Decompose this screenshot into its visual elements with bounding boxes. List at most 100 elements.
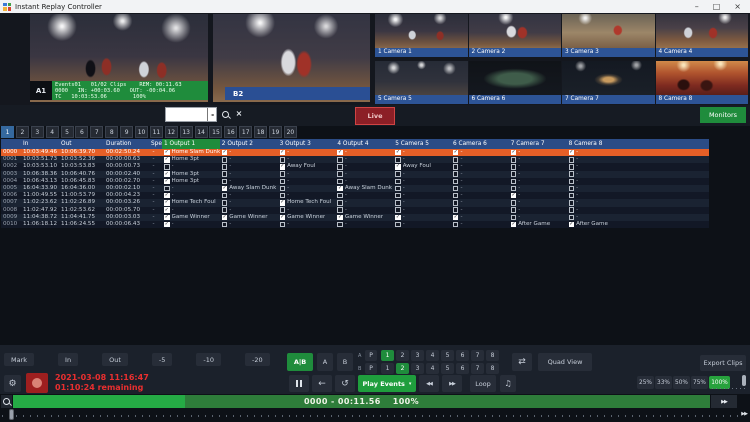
camera-checkbox[interactable]: ✓ [511, 150, 517, 156]
position-bar[interactable]: 0000 - 00:11.56 100% [13, 395, 710, 408]
speed-33[interactable]: 33% [655, 376, 672, 389]
event-row-0000[interactable]: 000010:03:49.4610:06:39.7000:02:50.24-✓H… [1, 149, 709, 156]
event-row-0006[interactable]: 000611:00:49.5511:00:53.7900:00:04.23-✓-… [1, 192, 709, 199]
camera-checkbox[interactable] [569, 179, 575, 185]
trim-button-out[interactable]: Out [102, 353, 128, 366]
tab-20[interactable]: 20 [284, 126, 297, 138]
event-row-0009[interactable]: 000911:04:38.7211:04:41.7500:00:03.03-✓G… [1, 214, 709, 221]
camera-checkbox[interactable]: ✓ [395, 164, 401, 170]
timeline-handle[interactable] [9, 409, 14, 420]
camera-checkbox[interactable] [280, 157, 286, 163]
camera-6-thumbnail[interactable] [469, 61, 562, 95]
ab-link-button[interactable]: A|B [287, 353, 313, 371]
settings-button[interactable]: ⚙ [4, 375, 21, 392]
camera-checkbox[interactable]: ✓ [569, 222, 575, 228]
camera-checkbox[interactable] [511, 164, 517, 170]
cam-b-2[interactable]: 2 [396, 363, 409, 374]
camera-checkbox[interactable]: ✓ [164, 171, 170, 177]
camera-checkbox[interactable]: ✓ [222, 150, 228, 156]
camera-checkbox[interactable] [337, 179, 343, 185]
camera-cell-3[interactable]: 3 Camera 3 [562, 14, 655, 57]
camera-checkbox[interactable] [511, 171, 517, 177]
camera-checkbox[interactable] [222, 179, 228, 185]
camera-checkbox[interactable] [569, 157, 575, 163]
event-row-0005[interactable]: 000516:04:33.9016:04:36.0000:00:02.10--✓… [1, 185, 709, 192]
camera-cell-4[interactable]: 4 Camera 4 [656, 14, 749, 57]
camera-checkbox[interactable] [569, 171, 575, 177]
camera-8-thumbnail[interactable] [656, 61, 749, 95]
close-icon[interactable]: × [734, 0, 741, 13]
camera-checkbox[interactable] [164, 186, 170, 192]
camera-checkbox[interactable] [511, 186, 517, 192]
camera-checkbox[interactable] [569, 164, 575, 170]
loop-button[interactable]: Loop [470, 375, 496, 392]
trim-button-5[interactable]: -5 [152, 353, 172, 366]
camera-checkbox[interactable] [453, 200, 459, 206]
camera-checkbox[interactable] [222, 222, 228, 228]
previous-event-button[interactable]: ◀◀ [419, 375, 439, 392]
camera-checkbox[interactable]: ✓ [395, 215, 401, 221]
search-history-icon[interactable]: ◄ [207, 108, 216, 121]
camera-checkbox[interactable] [222, 200, 228, 206]
audio-button[interactable]: ♫ [500, 375, 516, 392]
event-row-0002[interactable]: 000210:03:53.1010:03:53.8300:00:00.73---… [1, 163, 709, 170]
camera-checkbox[interactable]: ✓ [164, 193, 170, 199]
camera-cell-7[interactable]: 7 Camera 7 [562, 61, 655, 104]
camera-checkbox[interactable] [222, 193, 228, 199]
camera-checkbox[interactable] [453, 207, 459, 213]
camera-checkbox[interactable] [337, 193, 343, 199]
cam-a-7[interactable]: 7 [471, 350, 484, 361]
cam-a-8[interactable]: 8 [486, 350, 499, 361]
camera-checkbox[interactable] [395, 222, 401, 228]
camera-checkbox[interactable] [280, 222, 286, 228]
trim-button-mark[interactable]: Mark [4, 353, 34, 366]
search-input[interactable] [166, 109, 207, 120]
camera-checkbox[interactable] [395, 207, 401, 213]
camera-checkbox[interactable] [453, 157, 459, 163]
minimize-icon[interactable]: – [695, 0, 699, 13]
camera-checkbox[interactable] [395, 157, 401, 163]
camera-checkbox[interactable] [511, 200, 517, 206]
tab-10[interactable]: 10 [135, 126, 148, 138]
camera-checkbox[interactable]: ✓ [453, 150, 459, 156]
event-row-0008[interactable]: 000811:02:47.9211:02:53.6200:00:05.70-✓-… [1, 207, 709, 214]
camera-checkbox[interactable] [569, 215, 575, 221]
cam-a-5[interactable]: 5 [441, 350, 454, 361]
tab-9[interactable]: 9 [120, 126, 133, 138]
camera-checkbox[interactable] [511, 179, 517, 185]
camera-checkbox[interactable] [337, 200, 343, 206]
cam-a-1[interactable]: 1 [381, 350, 394, 361]
speed-slider-handle[interactable] [742, 375, 746, 386]
monitor-b[interactable]: B2 [213, 14, 370, 102]
cam-b-7[interactable]: 7 [471, 363, 484, 374]
speed-slider-track[interactable] [712, 388, 748, 389]
tab-6[interactable]: 6 [75, 126, 88, 138]
cam-a-4[interactable]: 4 [426, 350, 439, 361]
camera-checkbox[interactable] [222, 157, 228, 163]
speed-75[interactable]: 75% [691, 376, 708, 389]
camera-checkbox[interactable]: ✓ [511, 193, 517, 199]
tab-13[interactable]: 13 [180, 126, 193, 138]
trim-button-10[interactable]: -10 [196, 353, 221, 366]
camera-checkbox[interactable] [164, 164, 170, 170]
tab-7[interactable]: 7 [90, 126, 103, 138]
camera-checkbox[interactable] [569, 200, 575, 206]
camera-checkbox[interactable] [453, 179, 459, 185]
tab-3[interactable]: 3 [31, 126, 44, 138]
camera-checkbox[interactable] [395, 200, 401, 206]
tab-11[interactable]: 11 [150, 126, 163, 138]
camera-checkbox[interactable]: ✓ [164, 200, 170, 206]
event-row-0007[interactable]: 000711:02:23.6211:02:26.8900:00:03.26-✓H… [1, 199, 709, 206]
camera-checkbox[interactable]: ✓ [222, 186, 228, 192]
cam-b-6[interactable]: 6 [456, 363, 469, 374]
camera-checkbox[interactable] [337, 171, 343, 177]
camera-checkbox[interactable]: ✓ [280, 164, 286, 170]
camera-checkbox[interactable]: ✓ [280, 215, 286, 221]
camera-checkbox[interactable]: ✓ [222, 215, 228, 221]
cam-b-8[interactable]: 8 [486, 363, 499, 374]
restart-button[interactable]: ↺ [335, 375, 355, 392]
event-row-0001[interactable]: 000110:03:51.7310:03:52.3600:00:00.63-✓H… [1, 156, 709, 163]
ruler-end-icon[interactable]: ▶▶ [741, 411, 747, 417]
event-row-0003[interactable]: 000310:06:38.3610:06:40.7600:00:02.40-✓H… [1, 171, 709, 178]
speed-50[interactable]: 50% [673, 376, 690, 389]
